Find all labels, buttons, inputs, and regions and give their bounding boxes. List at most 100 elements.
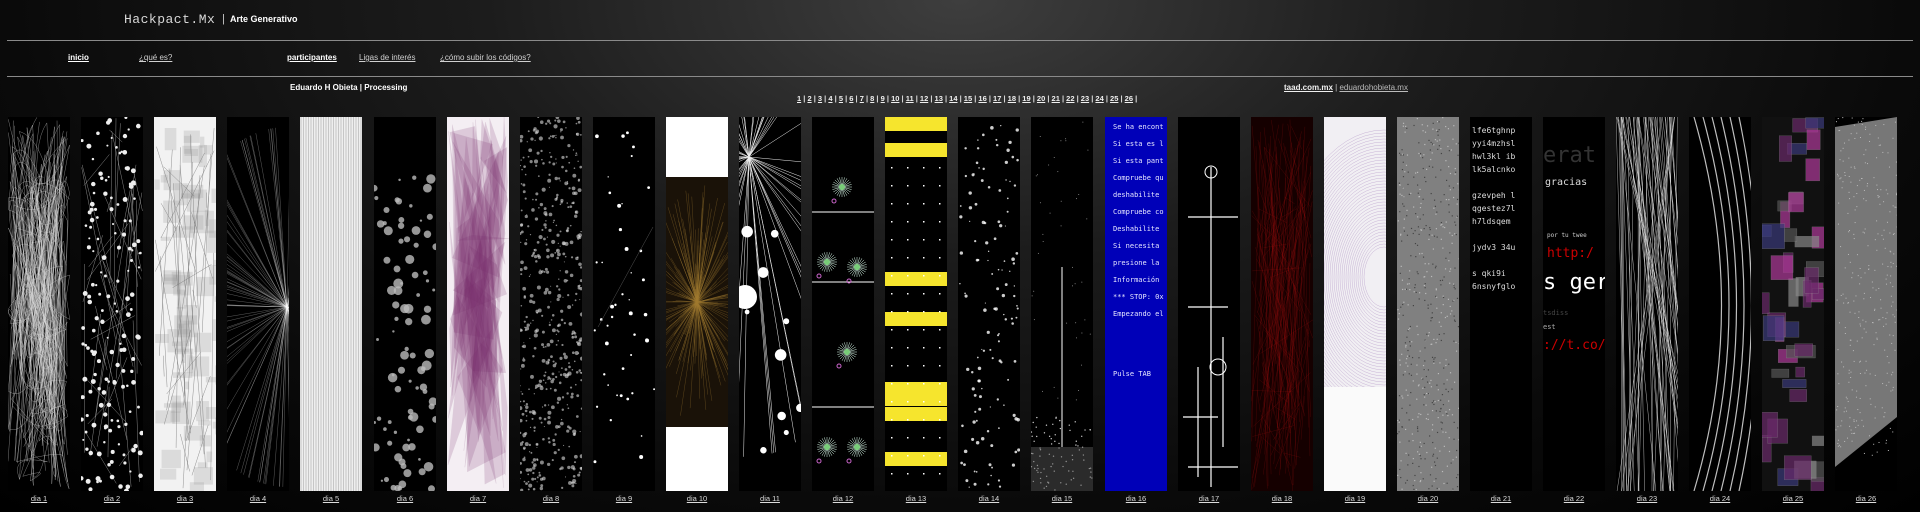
pager-link-16[interactable]: 16 bbox=[978, 94, 986, 103]
artwork-thumbnail[interactable] bbox=[1031, 117, 1093, 491]
strip-caption-link[interactable]: dia 13 bbox=[885, 494, 947, 503]
pager-link-21[interactable]: 21 bbox=[1052, 94, 1060, 103]
strip-caption-link[interactable]: dia 16 bbox=[1105, 494, 1167, 503]
strip-caption-link[interactable]: dia 4 bbox=[227, 494, 289, 503]
site-title[interactable]: Hackpact.Mx bbox=[124, 12, 215, 27]
strip-caption-link[interactable]: dia 19 bbox=[1324, 494, 1386, 503]
artwork-image bbox=[1835, 117, 1897, 491]
artwork-thumbnail[interactable] bbox=[447, 117, 509, 491]
bsod-text-line: Compruebe co bbox=[1113, 208, 1164, 216]
artwork-thumbnail[interactable] bbox=[885, 117, 947, 491]
strip-caption-link[interactable]: dia 5 bbox=[300, 494, 362, 503]
artwork-thumbnail[interactable] bbox=[374, 117, 436, 491]
artwork-image bbox=[1397, 117, 1459, 491]
strip-caption-link[interactable]: dia 17 bbox=[1178, 494, 1240, 503]
artwork-thumbnail[interactable] bbox=[227, 117, 289, 491]
strip-caption-link[interactable]: dia 26 bbox=[1835, 494, 1897, 503]
strip-caption-link[interactable]: dia 8 bbox=[520, 494, 582, 503]
artwork-thumbnail[interactable] bbox=[593, 117, 655, 491]
strip-caption-link[interactable]: dia 7 bbox=[447, 494, 509, 503]
strip-caption-link[interactable]: dia 6 bbox=[374, 494, 436, 503]
pager-separator: | bbox=[1133, 94, 1138, 103]
strip-caption-link[interactable]: dia 10 bbox=[666, 494, 728, 503]
artwork-image bbox=[447, 117, 509, 491]
strip-caption-link[interactable]: dia 22 bbox=[1543, 494, 1605, 503]
pager-link-18[interactable]: 18 bbox=[1008, 94, 1016, 103]
strip-caption-link[interactable]: dia 25 bbox=[1762, 494, 1824, 503]
artwork-thumbnail[interactable] bbox=[1178, 117, 1240, 491]
pager-link-15[interactable]: 15 bbox=[964, 94, 972, 103]
artwork-thumbnail[interactable] bbox=[8, 117, 70, 491]
pager-link-22[interactable]: 22 bbox=[1066, 94, 1074, 103]
pager-link-11[interactable]: 11 bbox=[906, 94, 914, 103]
nav-home-link[interactable]: inicio bbox=[68, 53, 89, 62]
bsod-text-line: Información bbox=[1113, 276, 1159, 284]
pager-link-26[interactable]: 26 bbox=[1125, 94, 1133, 103]
pager-link-19[interactable]: 19 bbox=[1022, 94, 1030, 103]
nav-links-link[interactable]: Ligas de interés bbox=[359, 53, 415, 62]
pager-link-20[interactable]: 20 bbox=[1037, 94, 1045, 103]
artwork-thumbnail[interactable] bbox=[666, 117, 728, 491]
pager-link-14[interactable]: 14 bbox=[949, 94, 957, 103]
nav-participants-link[interactable]: participantes bbox=[287, 53, 337, 62]
artwork-thumbnail[interactable] bbox=[1397, 117, 1459, 491]
artwork-thumbnail[interactable] bbox=[1689, 117, 1751, 491]
code-text-line: h7ldsqem bbox=[1472, 217, 1511, 226]
artwork-thumbnail[interactable] bbox=[1616, 117, 1678, 491]
artwork-thumbnail[interactable]: Se ha encont Si esta es l Si esta pant Comp… bbox=[1105, 117, 1167, 491]
strip-caption-link[interactable]: dia 9 bbox=[593, 494, 655, 503]
tweet-text-line: erat bbox=[1543, 143, 1596, 168]
artwork-image: lfe6tghnp yyi4mzhsl hwl3kl ib lk5alcnko gzev… bbox=[1470, 117, 1532, 491]
strip-caption-link[interactable]: dia 3 bbox=[154, 494, 216, 503]
strip-caption-link[interactable]: dia 1 bbox=[8, 494, 70, 503]
pager-link-24[interactable]: 24 bbox=[1095, 94, 1103, 103]
artwork-image bbox=[8, 117, 70, 491]
bsod-text-line: Compruebe qu bbox=[1113, 174, 1164, 182]
strip-caption-link[interactable]: dia 21 bbox=[1470, 494, 1532, 503]
divider-bottom bbox=[7, 76, 1913, 77]
artwork-image bbox=[1324, 117, 1386, 491]
artwork-thumbnail[interactable] bbox=[1762, 117, 1824, 491]
artwork-thumbnail[interactable] bbox=[1324, 117, 1386, 491]
artwork-image bbox=[593, 117, 655, 491]
artwork-thumbnail[interactable] bbox=[812, 117, 874, 491]
strip-caption-link[interactable]: dia 18 bbox=[1251, 494, 1313, 503]
strip-caption-link[interactable]: dia 2 bbox=[81, 494, 143, 503]
strip-caption-link[interactable]: dia 15 bbox=[1031, 494, 1093, 503]
pager-link-12[interactable]: 12 bbox=[920, 94, 928, 103]
artwork-image bbox=[812, 117, 874, 491]
nav-upload-link[interactable]: ¿cómo subir los códigos? bbox=[440, 53, 531, 62]
strip-caption-link[interactable]: dia 24 bbox=[1689, 494, 1751, 503]
pager-link-23[interactable]: 23 bbox=[1081, 94, 1089, 103]
strip-caption-link[interactable]: dia 12 bbox=[812, 494, 874, 503]
artwork-thumbnail[interactable] bbox=[300, 117, 362, 491]
bsod-text-line: Si necesita bbox=[1113, 242, 1159, 250]
artwork-thumbnail[interactable] bbox=[1835, 117, 1897, 491]
taad-link[interactable]: taad.com.mx bbox=[1284, 83, 1333, 92]
artwork-thumbnail[interactable] bbox=[81, 117, 143, 491]
code-text-line: gzevpeh l bbox=[1472, 191, 1516, 200]
bsod-text-line: Si esta es l bbox=[1113, 140, 1164, 148]
artwork-thumbnail[interactable]: erat gracias por tu twee http:/ s ger tsdiss e… bbox=[1543, 117, 1605, 491]
artwork-thumbnail[interactable] bbox=[1251, 117, 1313, 491]
divider-top bbox=[7, 40, 1913, 41]
strip-caption-link[interactable]: dia 23 bbox=[1616, 494, 1678, 503]
strip-caption-link[interactable]: dia 11 bbox=[739, 494, 801, 503]
author-separator: | bbox=[359, 83, 363, 92]
artwork-thumbnail[interactable] bbox=[739, 117, 801, 491]
artwork-thumbnail[interactable] bbox=[154, 117, 216, 491]
artwork-thumbnail[interactable] bbox=[520, 117, 582, 491]
nav-about-link[interactable]: ¿qué es? bbox=[139, 53, 172, 62]
artwork-thumbnail[interactable] bbox=[958, 117, 1020, 491]
code-text-line: jydv3 34u bbox=[1472, 243, 1516, 252]
eduardo-link[interactable]: eduardohobieta.mx bbox=[1339, 83, 1408, 92]
code-text-line: 6nsnyfglo bbox=[1472, 282, 1516, 291]
artwork-thumbnail[interactable]: lfe6tghnp yyi4mzhsl hwl3kl ib lk5alcnko gzev… bbox=[1470, 117, 1532, 491]
artwork-image bbox=[885, 117, 947, 491]
pager-link-13[interactable]: 13 bbox=[935, 94, 943, 103]
author-tool: Processing bbox=[364, 83, 408, 92]
strip-caption-link[interactable]: dia 14 bbox=[958, 494, 1020, 503]
strip-caption-link[interactable]: dia 20 bbox=[1397, 494, 1459, 503]
artwork-image bbox=[1178, 117, 1240, 491]
bsod-text-line: Se ha encont bbox=[1113, 123, 1164, 131]
